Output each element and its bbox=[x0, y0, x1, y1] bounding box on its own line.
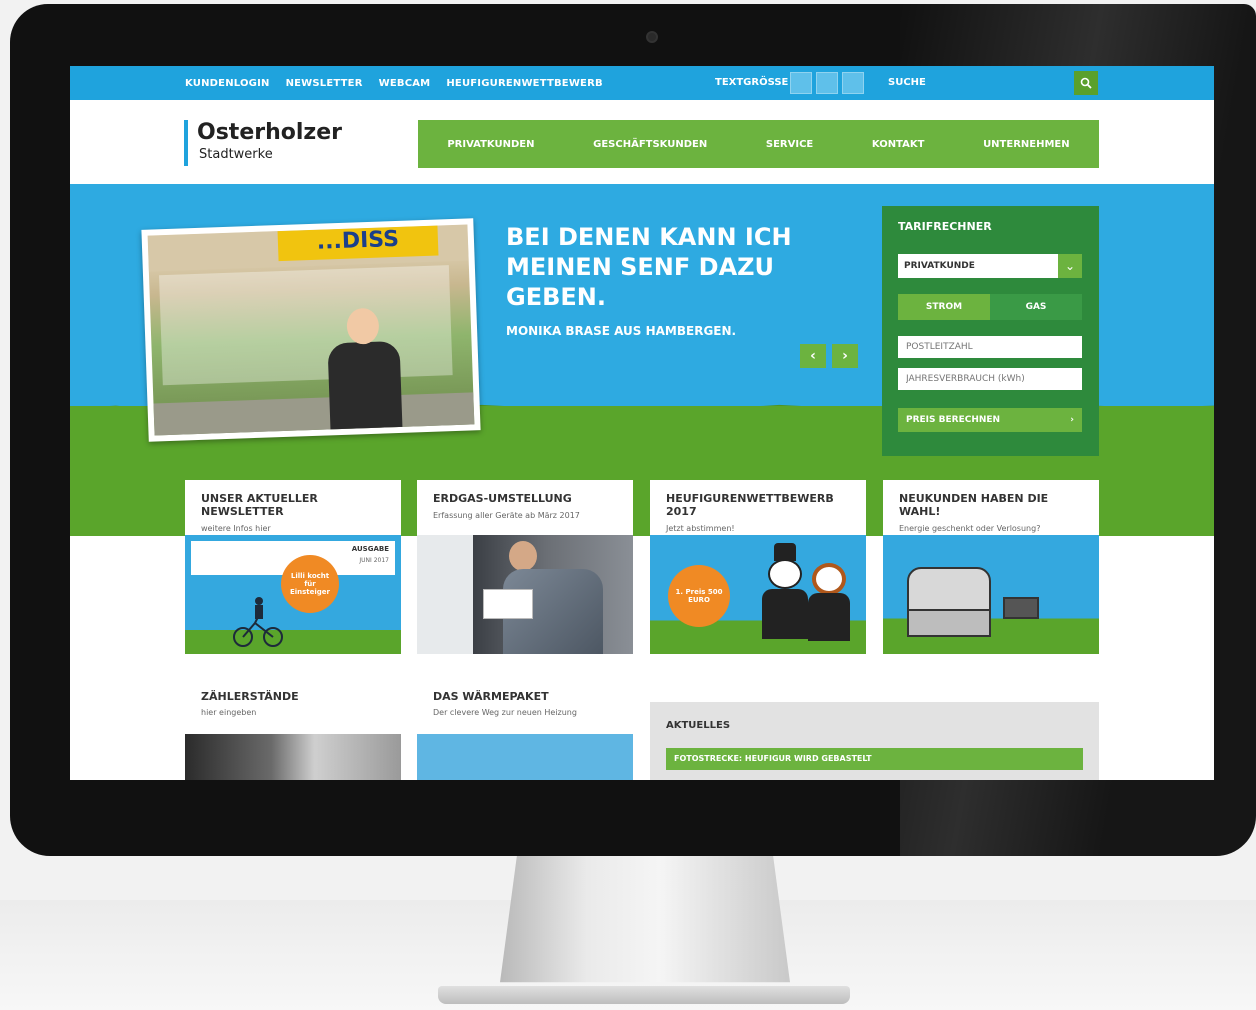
site-header: Osterholzer Stadtwerke PRIVATKUNDEN GESC… bbox=[70, 100, 1214, 184]
preis-berechnen-label: PREIS BERECHNEN bbox=[906, 415, 1001, 425]
customer-type-select[interactable]: PRIVATKUNDE ⌄ bbox=[898, 254, 1082, 278]
teaser-image bbox=[883, 535, 1099, 654]
nav-item-geschaeftskunden[interactable]: GESCHÄFTSKUNDEN bbox=[593, 139, 707, 150]
newsletter-badge: Lilli kocht für Einsteiger bbox=[281, 555, 339, 613]
teaser-sub: Energie geschenkt oder Verlosung? bbox=[899, 524, 1041, 533]
zaehlerstaende-title[interactable]: ZÄHLERSTÄNDE bbox=[201, 690, 299, 703]
top-link-kundenlogin[interactable]: KUNDENLOGIN bbox=[185, 78, 270, 89]
camera-icon bbox=[646, 31, 658, 43]
top-link-webcam[interactable]: WEBCAM bbox=[379, 78, 431, 89]
main-nav: PRIVATKUNDEN GESCHÄFTSKUNDEN SERVICE KON… bbox=[418, 120, 1099, 168]
newsletter-box-title: AUSGABE bbox=[351, 545, 389, 553]
search-icon bbox=[1080, 77, 1092, 89]
teaser-title: NEUKUNDEN HABEN DIE WAHL! bbox=[899, 492, 1049, 518]
tarifrechner-title: TARIFRECHNER bbox=[898, 220, 992, 233]
aktuelles-box: AKTUELLES FOTOSTRECKE: HEUFIGUR WIRD GEB… bbox=[650, 702, 1099, 780]
teaser-erdgas[interactable]: ERDGAS-UMSTELLUNG Erfassung aller Geräte… bbox=[417, 480, 633, 654]
hero-photo: ...DISS bbox=[141, 218, 481, 442]
teaser-newsletter[interactable]: UNSER AKTUELLER NEWSLETTER weitere Infos… bbox=[185, 480, 401, 654]
stall-sign: ...DISS bbox=[277, 225, 439, 262]
teaser-sub: weitere Infos hier bbox=[201, 524, 271, 533]
search-input[interactable] bbox=[882, 72, 1072, 94]
chevron-right-icon: › bbox=[1070, 415, 1074, 425]
teaser-image bbox=[417, 535, 633, 654]
teaser-image: AUSGABE JUNI 2017 Lilli kocht für Einste… bbox=[185, 535, 401, 654]
teaser-sub: Jetzt abstimmen! bbox=[666, 524, 735, 533]
textsize-large-button[interactable] bbox=[842, 72, 864, 94]
aktuelles-title: AKTUELLES bbox=[666, 720, 731, 731]
top-bar: KUNDENLOGIN NEWSLETTER WEBCAM HEUFIGUREN… bbox=[70, 66, 1214, 100]
textsize-label: TEXTGRÖSSE bbox=[715, 77, 789, 88]
top-link-newsletter[interactable]: NEWSLETTER bbox=[286, 78, 363, 89]
logo-accent bbox=[184, 120, 188, 166]
hero-subline: MONIKA BRASE AUS HAMBERGEN. bbox=[506, 324, 737, 338]
textsize-medium-button[interactable] bbox=[816, 72, 838, 94]
aktuelles-item[interactable]: FOTOSTRECKE: HEUFIGUR WIRD GEBASTELT bbox=[666, 748, 1083, 770]
jahresverbrauch-input[interactable] bbox=[898, 368, 1082, 390]
slider-prev-button[interactable]: ‹ bbox=[800, 344, 826, 368]
teaser-title: UNSER AKTUELLER NEWSLETTER bbox=[201, 492, 318, 518]
logo-sub[interactable]: Stadtwerke bbox=[199, 147, 273, 162]
nav-item-service[interactable]: SERVICE bbox=[766, 139, 813, 150]
prize-badge: 1. Preis 500 EURO bbox=[668, 565, 730, 627]
hero-headline: BEI DENEN KANN ICH MEINEN SENF DAZU GEBE… bbox=[506, 223, 792, 311]
teaser-title: HEUFIGURENWETTBEWERB 2017 bbox=[666, 492, 834, 518]
monitor-stand-base bbox=[438, 986, 850, 1004]
person bbox=[327, 340, 403, 436]
tab-gas[interactable]: GAS bbox=[990, 294, 1082, 320]
teaser-title: ERDGAS-UMSTELLUNG bbox=[433, 492, 572, 505]
grill-icon bbox=[907, 567, 991, 611]
tarifrechner-panel: TARIFRECHNER PRIVATKUNDE ⌄ STROM GAS PRE… bbox=[882, 206, 1099, 456]
bicycle-icon bbox=[233, 597, 283, 647]
postleitzahl-input[interactable] bbox=[898, 336, 1082, 358]
hay-figure-woman bbox=[808, 593, 850, 641]
hay-figure-man bbox=[762, 589, 808, 639]
chevron-down-icon[interactable]: ⌄ bbox=[1058, 254, 1082, 278]
nav-item-unternehmen[interactable]: UNTERNEHMEN bbox=[983, 139, 1070, 150]
preis-berechnen-button[interactable]: PREIS BERECHNEN › bbox=[898, 408, 1082, 432]
teaser-sub: Erfassung aller Geräte ab März 2017 bbox=[433, 511, 580, 520]
teaser-neukunden[interactable]: NEUKUNDEN HABEN DIE WAHL! Energie gesche… bbox=[883, 480, 1099, 654]
search-button[interactable] bbox=[1074, 71, 1098, 95]
website-screen: KUNDENLOGIN NEWSLETTER WEBCAM HEUFIGUREN… bbox=[70, 66, 1214, 780]
monitor-stand-neck bbox=[500, 852, 790, 983]
customer-type-value: PRIVATKUNDE bbox=[904, 261, 975, 271]
zaehler-image[interactable] bbox=[185, 734, 401, 780]
top-link-heufigurenwettbewerb[interactable]: HEUFIGURENWETTBEWERB bbox=[446, 78, 602, 89]
teaser-heufiguren[interactable]: HEUFIGURENWETTBEWERB 2017 Jetzt abstimme… bbox=[650, 480, 866, 654]
waermepaket-title[interactable]: DAS WÄRMEPAKET bbox=[433, 690, 549, 703]
teaser-image: 1. Preis 500 EURO bbox=[650, 535, 866, 654]
tab-strom[interactable]: STROM bbox=[898, 294, 990, 320]
slider-next-button[interactable]: › bbox=[832, 344, 858, 368]
textsize-small-button[interactable] bbox=[790, 72, 812, 94]
newsletter-box-sub: JUNI 2017 bbox=[359, 557, 389, 564]
waermepaket-sub: Der clevere Weg zur neuen Heizung bbox=[433, 708, 577, 717]
nav-item-kontakt[interactable]: KONTAKT bbox=[872, 139, 925, 150]
waermepaket-image[interactable] bbox=[417, 734, 633, 780]
top-hat-icon bbox=[774, 543, 796, 561]
top-links: KUNDENLOGIN NEWSLETTER WEBCAM HEUFIGUREN… bbox=[185, 66, 603, 100]
nav-item-privatkunden[interactable]: PRIVATKUNDEN bbox=[447, 139, 534, 150]
zaehlerstaende-sub: hier eingeben bbox=[201, 708, 257, 717]
logo-main[interactable]: Osterholzer bbox=[197, 120, 342, 145]
small-grill-icon bbox=[1003, 597, 1039, 619]
